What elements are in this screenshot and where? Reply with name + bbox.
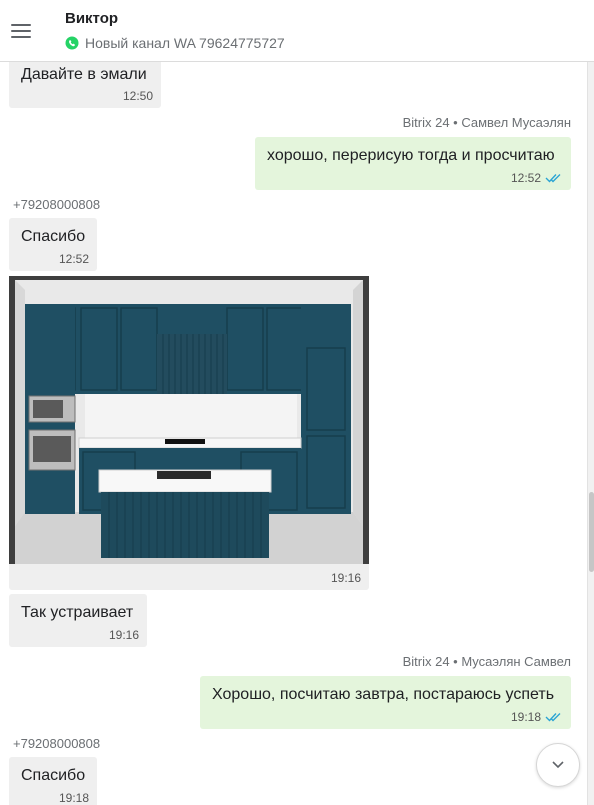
channel-name: Новый канал WA 79624775727 [85,35,285,51]
sender-label: Bitrix 24 • Мусаэлян Самвел [402,654,571,669]
chevron-down-icon [552,761,564,769]
hamburger-menu-icon[interactable] [11,24,31,38]
message-text: Спасибо [21,767,86,784]
message-text: Хорошо, посчитаю завтра, постараюсь успе… [212,686,555,703]
message-time: 19:18 [510,710,541,724]
read-check-icon [545,174,561,183]
chat-header: Виктор Новый канал WA 79624775727 [0,0,594,62]
kitchen-photo[interactable] [9,276,369,564]
channel-info: Новый канал WA 79624775727 [65,34,285,52]
message-bubble-outgoing: Хорошо, посчитаю завтра, постараюсь успе… [200,676,571,729]
message-text: Спасибо [21,228,86,245]
contact-name[interactable]: Виктор [65,10,118,27]
sender-label: +79208000808 [13,736,101,751]
read-check-icon [545,713,561,722]
message-time: 19:18 [58,791,89,805]
message-time: 12:52 [510,171,541,185]
sender-label: +79208000808 [13,197,101,212]
message-bubble-outgoing: хорошо, перерисую тогда и просчитаю 12:5… [255,137,571,190]
message-time: 12:50 [122,89,153,103]
message-time: 12:52 [58,252,89,266]
scrollbar[interactable] [587,62,594,805]
message-bubble-incoming: Так устраивает 19:16 [9,594,147,647]
message-time: 19:16 [108,628,139,642]
message-bubble-incoming: Спасибо 19:18 [9,757,97,805]
message-time: 19:16 [331,571,362,585]
scrollbar-thumb[interactable] [589,492,594,572]
message-bubble-incoming: Давайте в эмали 12:50 [9,62,161,108]
scroll-down-button[interactable] [536,743,580,787]
kitchen-render-image [9,276,369,564]
message-text: хорошо, перерисую тогда и просчитаю [267,147,555,164]
message-list[interactable]: Давайте в эмали 12:50 Bitrix 24 • Самвел… [0,62,587,805]
message-text: Давайте в эмали [21,66,147,83]
message-text: Так устраивает [21,604,134,621]
sender-label: Bitrix 24 • Самвел Мусаэлян [402,115,571,130]
whatsapp-icon [65,36,79,50]
message-bubble-incoming: Спасибо 12:52 [9,218,97,271]
